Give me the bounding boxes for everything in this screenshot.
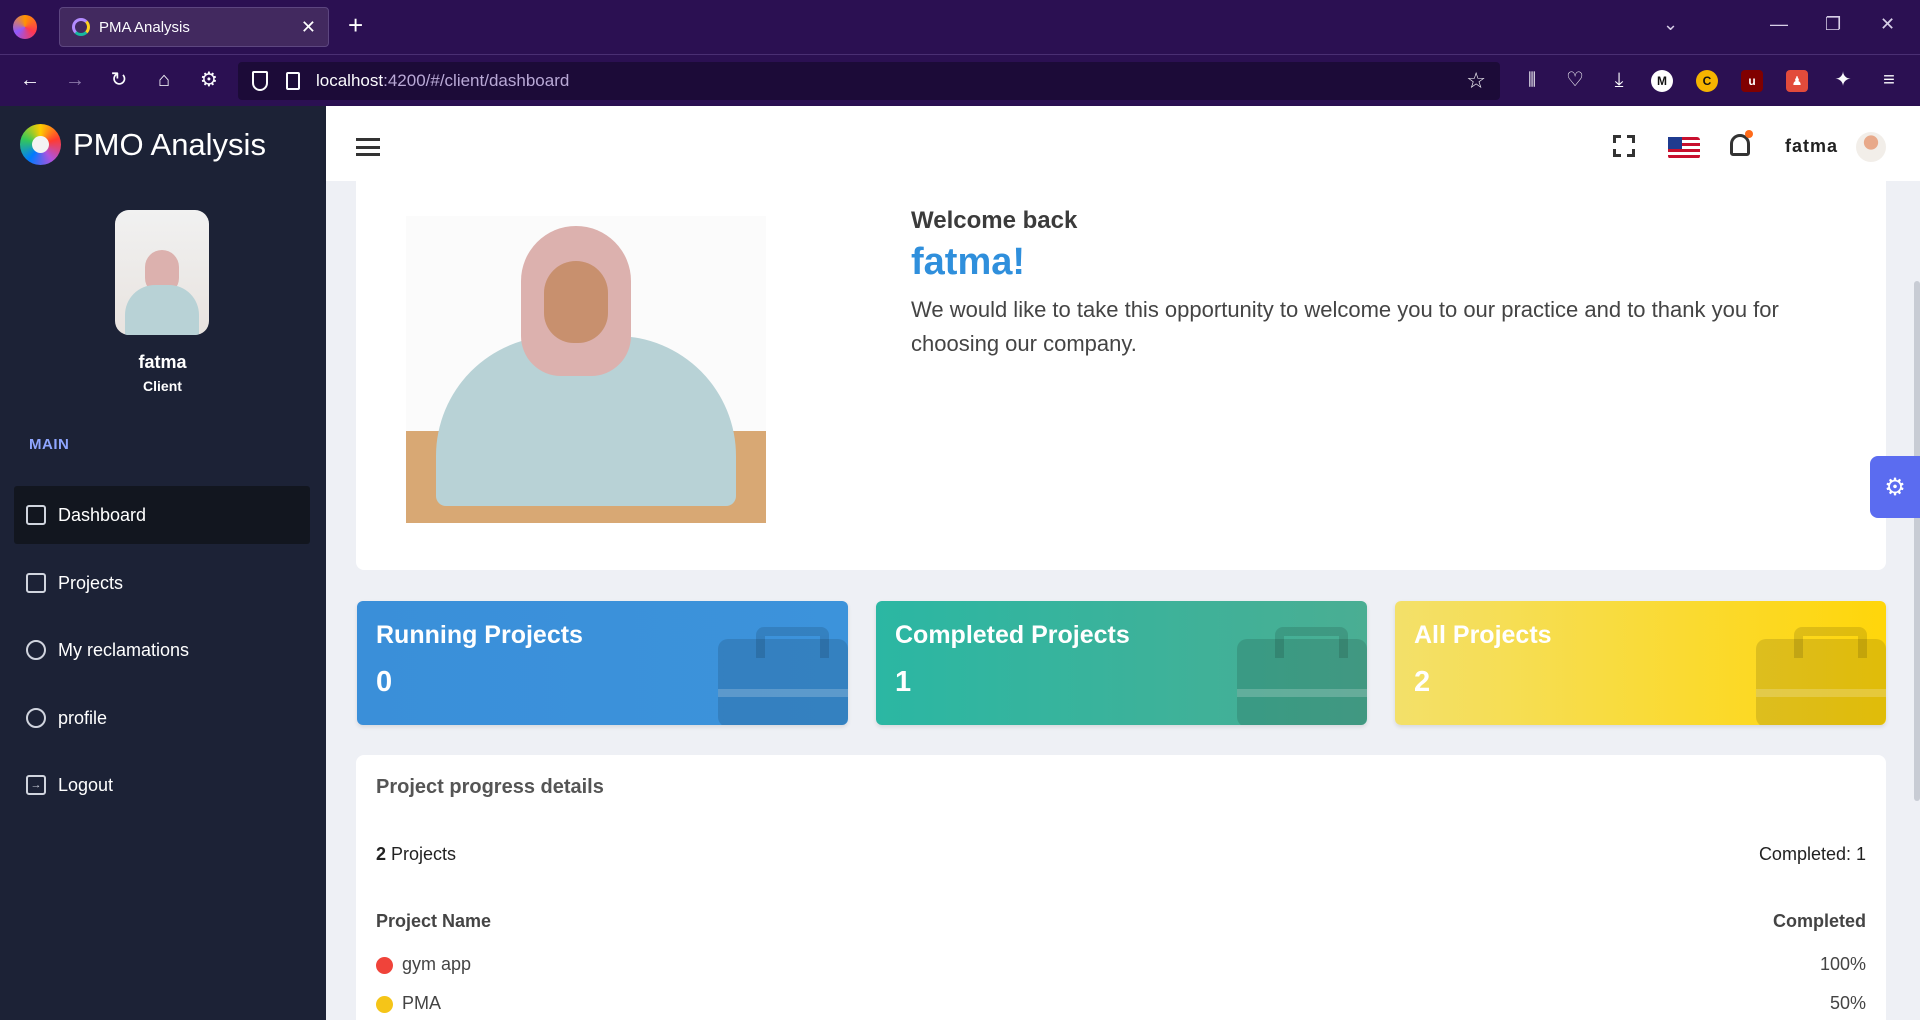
sidebar-item-label: Projects xyxy=(58,572,124,593)
header-avatar[interactable] xyxy=(1856,132,1886,162)
ublock-origin-icon[interactable]: u xyxy=(1741,70,1763,92)
project-name: PMA xyxy=(402,993,442,1013)
column-header-completed: Completed xyxy=(1772,911,1866,931)
gear-icon: ⚙ xyxy=(1884,473,1906,501)
sidebar-item-profile[interactable]: profile xyxy=(14,689,310,747)
browser-navigation-bar: ← → ↻ ⌂ ⚙ localhost:4200/#/client/dashbo… xyxy=(0,54,1920,106)
extension-figure-icon[interactable]: ♟ xyxy=(1786,70,1808,92)
table-row: PMA 50% xyxy=(376,993,1866,1019)
stat-title: Completed Projects xyxy=(895,621,1130,649)
stat-card-completed-projects: Completed Projects 1 xyxy=(876,601,1367,725)
new-tab-icon[interactable]: + xyxy=(348,12,363,38)
page-scrollbar[interactable] xyxy=(1914,281,1920,801)
language-flag-us-icon[interactable] xyxy=(1668,137,1700,159)
sidebar-item-label: My reclamations xyxy=(58,639,190,660)
main-content: Welcome back fatma! We would like to tak… xyxy=(326,181,1920,1020)
back-icon[interactable]: ← xyxy=(18,69,42,91)
extensions-puzzle-icon[interactable]: ✦ xyxy=(1831,69,1855,91)
logout-icon: → xyxy=(26,775,46,795)
stat-title: All Projects xyxy=(1414,621,1552,649)
table-row: gym app 100% xyxy=(376,954,1866,980)
sidebar-item-label: profile xyxy=(58,707,108,728)
project-progress-card: Project progress details 2 Projects Comp… xyxy=(356,755,1886,1020)
home-icon[interactable]: ⌂ xyxy=(152,69,176,91)
downloads-icon[interactable]: ⤓ xyxy=(1607,69,1631,91)
sidebar-avatar xyxy=(115,210,209,335)
project-completion: 100% xyxy=(1819,954,1866,974)
page-info-icon[interactable] xyxy=(286,72,300,90)
cluster-icon xyxy=(26,640,46,660)
briefcase-icon xyxy=(1756,627,1886,725)
firefox-logo-icon[interactable] xyxy=(13,15,37,39)
close-tab-icon[interactable]: ✕ xyxy=(301,17,316,38)
sidebar-section-label: MAIN xyxy=(29,436,70,453)
forward-icon[interactable]: → xyxy=(63,69,87,91)
stat-value: 0 xyxy=(376,666,393,698)
brand-logo-icon xyxy=(20,124,61,165)
stat-title: Running Projects xyxy=(376,621,583,649)
settings-gear-icon[interactable]: ⚙ xyxy=(197,69,221,91)
app-header: fatma xyxy=(326,106,1920,181)
notification-bell-icon[interactable] xyxy=(1730,130,1753,156)
welcome-message: We would like to take this opportunity t… xyxy=(911,297,1779,356)
sidebar-user-role: Client xyxy=(143,378,182,394)
stat-value: 2 xyxy=(1414,666,1431,698)
status-dot xyxy=(376,996,393,1013)
stat-value: 1 xyxy=(895,666,912,698)
sidebar-item-dashboard[interactable]: Dashboard xyxy=(14,486,310,544)
browser-tab-bar: PMA Analysis ✕ + ⌄ — ❐ ✕ xyxy=(0,0,1920,54)
theme-settings-button[interactable]: ⚙ xyxy=(1870,456,1920,518)
pocket-icon[interactable]: ♡ xyxy=(1563,69,1587,91)
tab-list-chevron-icon[interactable]: ⌄ xyxy=(1663,14,1678,35)
menu-toggle-icon[interactable] xyxy=(356,138,380,156)
project-name: gym app xyxy=(402,954,472,974)
sidebar-user-name: fatma xyxy=(138,352,187,372)
sidebar-item-projects[interactable]: Projects xyxy=(14,554,310,612)
fullscreen-icon[interactable] xyxy=(1612,134,1636,159)
status-dot xyxy=(376,957,393,974)
gear-icon xyxy=(26,708,46,728)
brand-name: PMO Analysis xyxy=(73,126,266,162)
extension-c-icon[interactable]: C xyxy=(1696,70,1718,92)
column-header-project-name: Project Name xyxy=(376,911,492,931)
close-window-icon[interactable]: ✕ xyxy=(1880,14,1895,35)
url-host: localhost xyxy=(316,71,384,90)
briefcase-icon xyxy=(1237,627,1367,725)
extension-m-icon[interactable]: M xyxy=(1651,70,1673,92)
tracking-shield-icon[interactable] xyxy=(252,71,268,91)
stat-card-running-projects: Running Projects 0 xyxy=(357,601,848,725)
project-count-suffix: Projects xyxy=(386,844,457,864)
project-count: 2 Projects xyxy=(376,844,456,865)
sidebar-item-logout[interactable]: → Logout xyxy=(14,756,310,814)
minimize-icon[interactable]: — xyxy=(1770,14,1788,35)
reload-icon[interactable]: ↻ xyxy=(107,69,131,91)
welcome-card: Welcome back fatma! We would like to tak… xyxy=(356,181,1886,570)
tab-favicon-icon xyxy=(72,18,90,36)
browser-tab[interactable]: PMA Analysis ✕ xyxy=(59,7,329,47)
brand[interactable]: PMO Analysis xyxy=(20,124,266,165)
browser-menu-icon[interactable]: ≡ xyxy=(1877,69,1901,91)
progress-title: Project progress details xyxy=(376,776,604,798)
project-completion: 50% xyxy=(1829,993,1866,1013)
welcome-user-name: fatma! xyxy=(911,241,1026,283)
welcome-user-photo xyxy=(406,216,766,523)
sidebar-item-my-reclamations[interactable]: My reclamations xyxy=(14,621,310,679)
sidebar-item-label: Dashboard xyxy=(58,504,147,525)
header-user-name[interactable]: fatma xyxy=(1785,136,1838,157)
monitor-icon xyxy=(26,505,46,525)
stat-card-all-projects: All Projects 2 xyxy=(1395,601,1886,725)
sidebar: PMO Analysis fatma Client MAIN Dashboard… xyxy=(0,106,325,1020)
tab-title: PMA Analysis xyxy=(99,18,190,36)
completed-count: Completed: 1 xyxy=(1758,844,1866,864)
restore-icon[interactable]: ❐ xyxy=(1825,14,1841,35)
url-bar[interactable]: localhost:4200/#/client/dashboard ☆ xyxy=(238,62,1500,100)
welcome-greeting: Welcome back xyxy=(911,207,1078,234)
sidebar-item-label: Logout xyxy=(58,774,114,795)
bookmark-star-icon[interactable]: ☆ xyxy=(1466,68,1486,94)
library-icon[interactable]: ⫼ xyxy=(1520,69,1544,91)
briefcase-icon xyxy=(718,627,848,725)
project-count-number: 2 xyxy=(376,844,387,864)
url-path: :4200/#/client/dashboard xyxy=(383,71,570,90)
book-icon xyxy=(26,573,46,593)
